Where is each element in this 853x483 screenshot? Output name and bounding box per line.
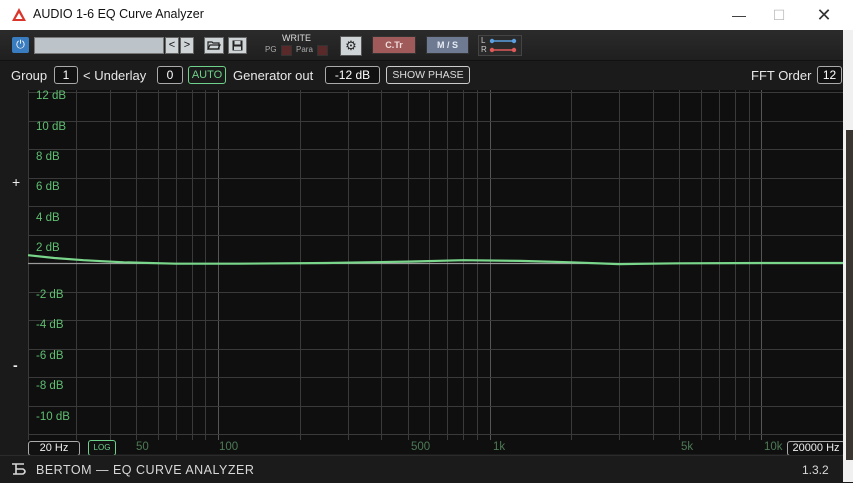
pg-write-toggle[interactable]: [281, 45, 292, 56]
underlay-field[interactable]: 0: [157, 66, 183, 84]
db-label-6: 6 dB: [36, 181, 60, 193]
db-label-minus-8: -8 dB: [36, 380, 64, 392]
window-edge: [843, 30, 853, 482]
fft-order-label: FFT Order: [751, 68, 812, 83]
db-label-4: 4 dB: [36, 212, 60, 224]
freq-label-500: 500: [411, 441, 431, 453]
gear-icon: ⚙: [345, 38, 357, 53]
generator-out-field[interactable]: -12 dB: [325, 66, 380, 84]
auto-button[interactable]: AUTO: [188, 66, 226, 84]
freq-label-10k: 10k: [764, 441, 783, 453]
group-field[interactable]: 1: [54, 66, 78, 84]
floppy-disk-icon: [232, 40, 243, 51]
db-label-minus-2: -2 dB: [36, 289, 64, 301]
power-button[interactable]: ⏻: [12, 37, 29, 53]
channel-routing-button[interactable]: L R: [478, 35, 522, 56]
mid-side-button[interactable]: M / S: [426, 36, 469, 54]
channel-link-icon: [489, 38, 517, 53]
para-write-toggle[interactable]: [317, 45, 328, 56]
log-scale-button[interactable]: LOG: [88, 440, 116, 456]
db-label-minus-10: -10 dB: [36, 411, 70, 423]
plugin-footer: BERTOM — EQ CURVE ANALYZER 1.3.2: [0, 455, 843, 483]
freq-label-5k: 5k: [681, 441, 694, 453]
underlay-label: < Underlay: [83, 68, 147, 83]
db-label-2: 2 dB: [36, 242, 60, 254]
plugin-toolbar: ⏻ < > WRITE PG Para ⚙ C.Tr M / S L R: [0, 30, 843, 61]
db-label-12: 12 dB: [36, 90, 67, 102]
folder-open-icon: [207, 41, 221, 50]
db-label-minus-6: -6 dB: [36, 350, 64, 362]
ctr-button[interactable]: C.Tr: [372, 36, 416, 54]
preset-prev-button[interactable]: <: [165, 37, 179, 54]
open-preset-button[interactable]: [204, 37, 224, 54]
background-window-strip: [846, 130, 853, 460]
fft-order-field[interactable]: 12: [817, 66, 842, 84]
brand-name: BERTOM — EQ CURVE ANALYZER: [36, 463, 255, 477]
window-titlebar: AUDIO 1-6 EQ Curve Analyzer — ☐ ✕: [0, 0, 853, 31]
settings-button[interactable]: ⚙: [340, 36, 362, 56]
db-label-8: 8 dB: [36, 151, 60, 163]
db-label-10: 10 dB: [36, 121, 67, 133]
write-label: WRITE: [282, 33, 311, 43]
gain-side-panel: + -: [0, 90, 28, 454]
show-phase-button[interactable]: SHOW PHASE: [386, 66, 470, 84]
max-frequency-field[interactable]: 20000 Hz: [787, 441, 845, 456]
freq-label-100: 100: [219, 441, 239, 453]
zoom-in-button[interactable]: +: [12, 174, 20, 190]
eq-curve-graph[interactable]: 12 dB 10 dB 8 dB 6 dB 4 dB 2 dB -2 dB -4…: [28, 90, 845, 456]
app-logo-icon: [12, 8, 26, 21]
graph-canvas: [28, 90, 843, 440]
left-channel-label: L: [481, 36, 486, 45]
group-label: Group: [11, 68, 48, 83]
freq-label-50: 50: [136, 441, 149, 453]
preset-field[interactable]: [34, 37, 164, 54]
zoom-out-button[interactable]: -: [13, 357, 18, 373]
window-title: AUDIO 1-6 EQ Curve Analyzer: [33, 7, 204, 21]
pg-label: PG: [265, 45, 277, 54]
version-label: 1.3.2: [802, 463, 829, 477]
power-icon: ⏻: [16, 39, 25, 51]
save-preset-button[interactable]: [228, 37, 247, 54]
bertom-logo-icon: [12, 463, 26, 475]
maximize-button[interactable]: ☐: [756, 0, 802, 30]
para-label: Para: [296, 45, 313, 54]
freq-label-1k: 1k: [493, 441, 506, 453]
generator-out-label: Generator out: [233, 68, 314, 83]
control-bar: Group 1 < Underlay 0 AUTO Generator out …: [0, 61, 843, 89]
eq-curve-line: [28, 254, 843, 266]
db-label-minus-4: -4 dB: [36, 319, 64, 331]
preset-next-button[interactable]: >: [180, 37, 194, 54]
min-frequency-field[interactable]: 20 Hz: [28, 441, 80, 456]
close-button[interactable]: ✕: [801, 0, 847, 30]
right-channel-label: R: [481, 45, 487, 54]
